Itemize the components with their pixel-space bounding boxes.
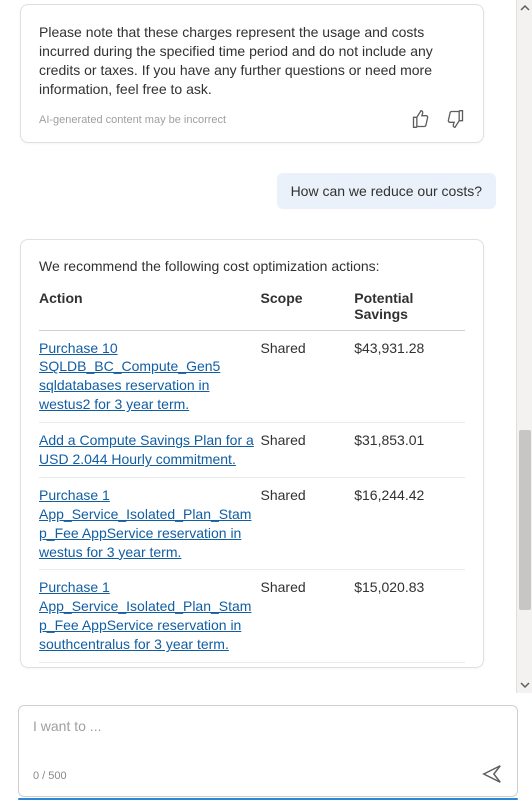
recommendation-table: Action Scope Potential Savings Purchase …: [39, 286, 465, 663]
scope-cell: Shared: [261, 330, 355, 423]
savings-cell: $31,853.01: [354, 423, 465, 478]
action-link[interactable]: Purchase 1 App_Service_Isolated_Plan_Sta…: [39, 579, 251, 652]
user-message-row: How can we reduce our costs?: [20, 173, 496, 209]
scrollbar-thumb[interactable]: [519, 430, 531, 610]
char-counter: 0 / 500: [33, 770, 67, 782]
ai-message-card: Please note that these charges represent…: [20, 4, 484, 143]
savings-cell: $16,244.42: [354, 477, 465, 570]
action-link[interactable]: Purchase 10 SQLDB_BC_Compute_Gen5 sqldat…: [39, 340, 220, 413]
scope-cell: Shared: [261, 477, 355, 570]
chat-scroll-area: Please note that these charges represent…: [0, 0, 516, 693]
savings-cell: $15,020.83: [354, 570, 465, 663]
table-row: Purchase 1 App_Service_Isolated_Plan_Sta…: [39, 570, 465, 663]
table-row: Purchase 10 SQLDB_BC_Compute_Gen5 sqldat…: [39, 330, 465, 423]
chat-input[interactable]: I want to ... 0 / 500: [18, 705, 518, 797]
table-row: Purchase 1 App_Service_Isolated_Plan_Sta…: [39, 477, 465, 570]
table-row: Add a Compute Savings Plan for a USD 2.0…: [39, 423, 465, 478]
ai-message-text: Please note that these charges represent…: [39, 23, 465, 99]
recommendation-intro: We recommend the following cost optimiza…: [39, 258, 465, 274]
scroll-up-button[interactable]: [517, 0, 532, 16]
input-focus-accent: [18, 798, 518, 800]
action-link[interactable]: Add a Compute Savings Plan for a USD 2.0…: [39, 432, 254, 467]
scroll-down-button[interactable]: [517, 677, 532, 693]
ai-disclaimer: AI-generated content may be incorrect: [39, 114, 226, 126]
thumbs-down-icon[interactable]: [445, 109, 465, 132]
ai-message-footer: AI-generated content may be incorrect: [39, 109, 465, 132]
col-action: Action: [39, 286, 261, 331]
scope-cell: Shared: [261, 570, 355, 663]
chat-input-placeholder: I want to ...: [33, 718, 503, 734]
col-scope: Scope: [261, 286, 355, 331]
table-header-row: Action Scope Potential Savings: [39, 286, 465, 331]
thumbs-up-icon[interactable]: [411, 109, 431, 132]
feedback-buttons: [411, 109, 465, 132]
action-link[interactable]: Purchase 1 App_Service_Isolated_Plan_Sta…: [39, 487, 251, 560]
send-icon[interactable]: [481, 763, 503, 788]
chat-input-footer: 0 / 500: [33, 763, 503, 788]
recommendation-card: We recommend the following cost optimiza…: [20, 239, 484, 668]
col-savings: Potential Savings: [354, 286, 465, 331]
user-message-bubble: How can we reduce our costs?: [277, 173, 496, 209]
scrollbar[interactable]: [516, 0, 532, 693]
savings-cell: $43,931.28: [354, 330, 465, 423]
scope-cell: Shared: [261, 423, 355, 478]
